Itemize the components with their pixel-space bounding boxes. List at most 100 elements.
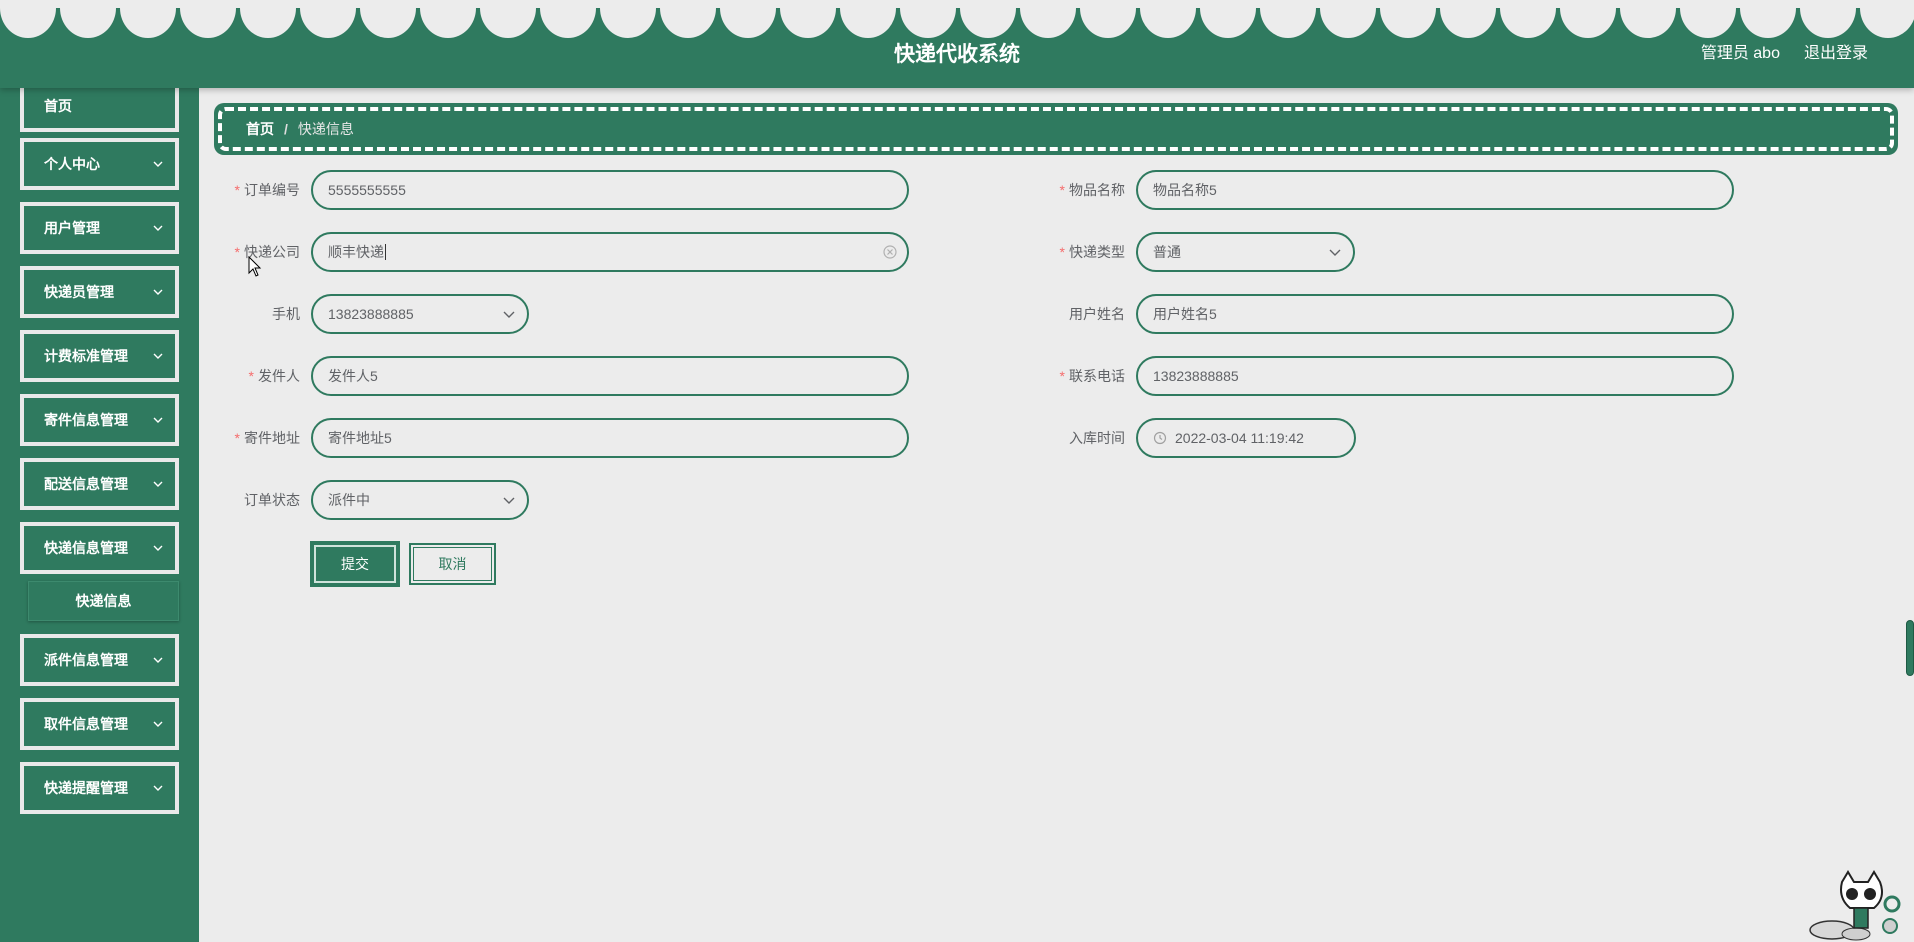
required-mark: * bbox=[1059, 368, 1065, 384]
scallop-shape bbox=[240, 0, 296, 38]
breadcrumb-home-link[interactable]: 首页 bbox=[246, 119, 274, 139]
sender-label-text: 发件人 bbox=[258, 368, 300, 384]
order-no-input[interactable]: 5555555555 bbox=[311, 170, 909, 210]
storage-time-value: 2022-03-04 11:19:42 bbox=[1175, 430, 1304, 446]
item-name-value: 物品名称5 bbox=[1153, 182, 1217, 198]
required-mark: * bbox=[1059, 182, 1065, 198]
sidebar-item-profile[interactable]: 个人中心 bbox=[20, 138, 179, 190]
scallop-shape bbox=[540, 0, 596, 38]
chevron-down-icon bbox=[153, 481, 163, 487]
sidebar-item-delivery[interactable]: 配送信息管理 bbox=[20, 458, 179, 510]
storage-time-picker[interactable]: 2022-03-04 11:19:42 bbox=[1136, 418, 1356, 458]
scallop-shape bbox=[1680, 0, 1736, 38]
sidebar-item-users[interactable]: 用户管理 bbox=[20, 202, 179, 254]
chevron-down-icon bbox=[153, 785, 163, 791]
required-mark: * bbox=[248, 368, 254, 384]
scallop-shape bbox=[1320, 0, 1376, 38]
breadcrumb-inner: 首页 / 快递信息 bbox=[218, 107, 1894, 151]
scallop-shape bbox=[660, 0, 716, 38]
sidebar-item-label: 快递信息管理 bbox=[44, 540, 128, 556]
sidebar-item-sending[interactable]: 寄件信息管理 bbox=[20, 394, 179, 446]
chevron-down-icon bbox=[153, 161, 163, 167]
sidebar-item-pickup[interactable]: 取件信息管理 bbox=[20, 698, 179, 750]
user-name-input[interactable]: 用户姓名5 bbox=[1136, 294, 1734, 334]
required-mark: * bbox=[234, 182, 240, 198]
send-address-label-text: 寄件地址 bbox=[244, 430, 300, 446]
chevron-down-icon bbox=[1329, 249, 1341, 256]
phone-label-text: 手机 bbox=[272, 306, 300, 322]
page-scrollbar[interactable] bbox=[1906, 620, 1914, 676]
scallop-shape bbox=[0, 0, 56, 38]
header-actions: 管理员 abo 退出登录 bbox=[1701, 39, 1868, 63]
sidebar-item-label: 寄件信息管理 bbox=[44, 412, 128, 428]
sidebar-item-label: 取件信息管理 bbox=[44, 716, 128, 732]
company-input[interactable]: 顺丰快递 bbox=[311, 232, 909, 272]
express-type-label-text: 快递类型 bbox=[1069, 244, 1125, 260]
breadcrumb-current: 快递信息 bbox=[297, 121, 354, 137]
scallop-shape bbox=[360, 0, 416, 38]
chevron-down-icon bbox=[153, 289, 163, 295]
user-name-label-text: 用户姓名 bbox=[1069, 306, 1125, 322]
sidebar-item-dispatch[interactable]: 派件信息管理 bbox=[20, 634, 179, 686]
sidebar: 首页 个人中心 用户管理 快递员管理 计费标准管理 寄件信息管理 配送信息管理 … bbox=[0, 80, 199, 942]
sidebar-item-label: 快递提醒管理 bbox=[44, 780, 128, 796]
contact-phone-input[interactable]: 13823888885 bbox=[1136, 356, 1734, 396]
chevron-down-icon bbox=[503, 311, 515, 318]
scallop-shape bbox=[720, 0, 776, 38]
scallop-shape bbox=[1260, 0, 1316, 38]
express-type-select[interactable]: 普通 bbox=[1136, 232, 1355, 272]
user-name-label: 用户姓名 bbox=[1035, 294, 1125, 334]
chevron-down-icon bbox=[153, 721, 163, 727]
scallop-shape bbox=[780, 0, 836, 38]
scallop-shape bbox=[1500, 0, 1556, 38]
item-name-label-text: 物品名称 bbox=[1069, 182, 1125, 198]
sidebar-item-label: 用户管理 bbox=[44, 220, 100, 236]
sidebar-item-couriers[interactable]: 快递员管理 bbox=[20, 266, 179, 318]
sidebar-item-express[interactable]: 快递信息管理 bbox=[20, 522, 179, 574]
cancel-button[interactable]: 取消 bbox=[409, 543, 496, 585]
breadcrumb: 首页 / 快递信息 bbox=[214, 103, 1898, 155]
scallop-shape bbox=[1440, 0, 1496, 38]
scallop-shape bbox=[300, 0, 356, 38]
sidebar-item-label: 派件信息管理 bbox=[44, 652, 128, 668]
scallop-shape bbox=[1800, 0, 1856, 38]
chevron-down-icon bbox=[153, 353, 163, 359]
sender-input[interactable]: 发件人5 bbox=[311, 356, 909, 396]
breadcrumb-separator: / bbox=[284, 121, 288, 137]
scallop-shape bbox=[60, 0, 116, 38]
sidebar-item-label: 快递员管理 bbox=[44, 284, 114, 300]
chevron-down-icon bbox=[153, 545, 163, 551]
order-no-label: * 订单编号 bbox=[210, 170, 300, 210]
send-address-input[interactable]: 寄件地址5 bbox=[311, 418, 909, 458]
sender-value: 发件人5 bbox=[328, 368, 378, 384]
top-header: 快递代收系统 管理员 abo 退出登录 bbox=[0, 0, 1914, 88]
item-name-input[interactable]: 物品名称5 bbox=[1136, 170, 1734, 210]
scallop-shape bbox=[120, 0, 176, 38]
clear-icon[interactable] bbox=[883, 245, 897, 259]
company-value: 顺丰快递 bbox=[328, 244, 384, 260]
order-status-value: 派件中 bbox=[328, 492, 370, 508]
order-status-select[interactable]: 派件中 bbox=[311, 480, 529, 520]
sidebar-item-billing[interactable]: 计费标准管理 bbox=[20, 330, 179, 382]
order-status-label-text: 订单状态 bbox=[244, 492, 300, 508]
contact-phone-label-text: 联系电话 bbox=[1069, 368, 1125, 384]
sender-label: * 发件人 bbox=[210, 356, 300, 396]
scallop-shape bbox=[420, 0, 476, 38]
scallop-shape bbox=[840, 0, 896, 38]
scallop-shape bbox=[1080, 0, 1136, 38]
sidebar-item-reminder[interactable]: 快递提醒管理 bbox=[20, 762, 179, 814]
required-mark: * bbox=[234, 430, 240, 446]
sidebar-subitem-express-info[interactable]: 快递信息 bbox=[28, 581, 179, 621]
contact-phone-value: 13823888885 bbox=[1153, 368, 1239, 384]
phone-select[interactable]: 13823888885 bbox=[311, 294, 529, 334]
storage-time-label: 入库时间 bbox=[1035, 418, 1125, 458]
scallop-shape bbox=[180, 0, 236, 38]
logout-link[interactable]: 退出登录 bbox=[1804, 39, 1868, 63]
scallop-shape bbox=[1740, 0, 1796, 38]
submit-button[interactable]: 提交 bbox=[310, 541, 400, 587]
chevron-down-icon bbox=[153, 225, 163, 231]
storage-time-label-text: 入库时间 bbox=[1069, 430, 1125, 446]
scallop-shape bbox=[1380, 0, 1436, 38]
app-title: 快递代收系统 bbox=[894, 43, 1020, 66]
scallop-shape bbox=[960, 0, 1016, 38]
